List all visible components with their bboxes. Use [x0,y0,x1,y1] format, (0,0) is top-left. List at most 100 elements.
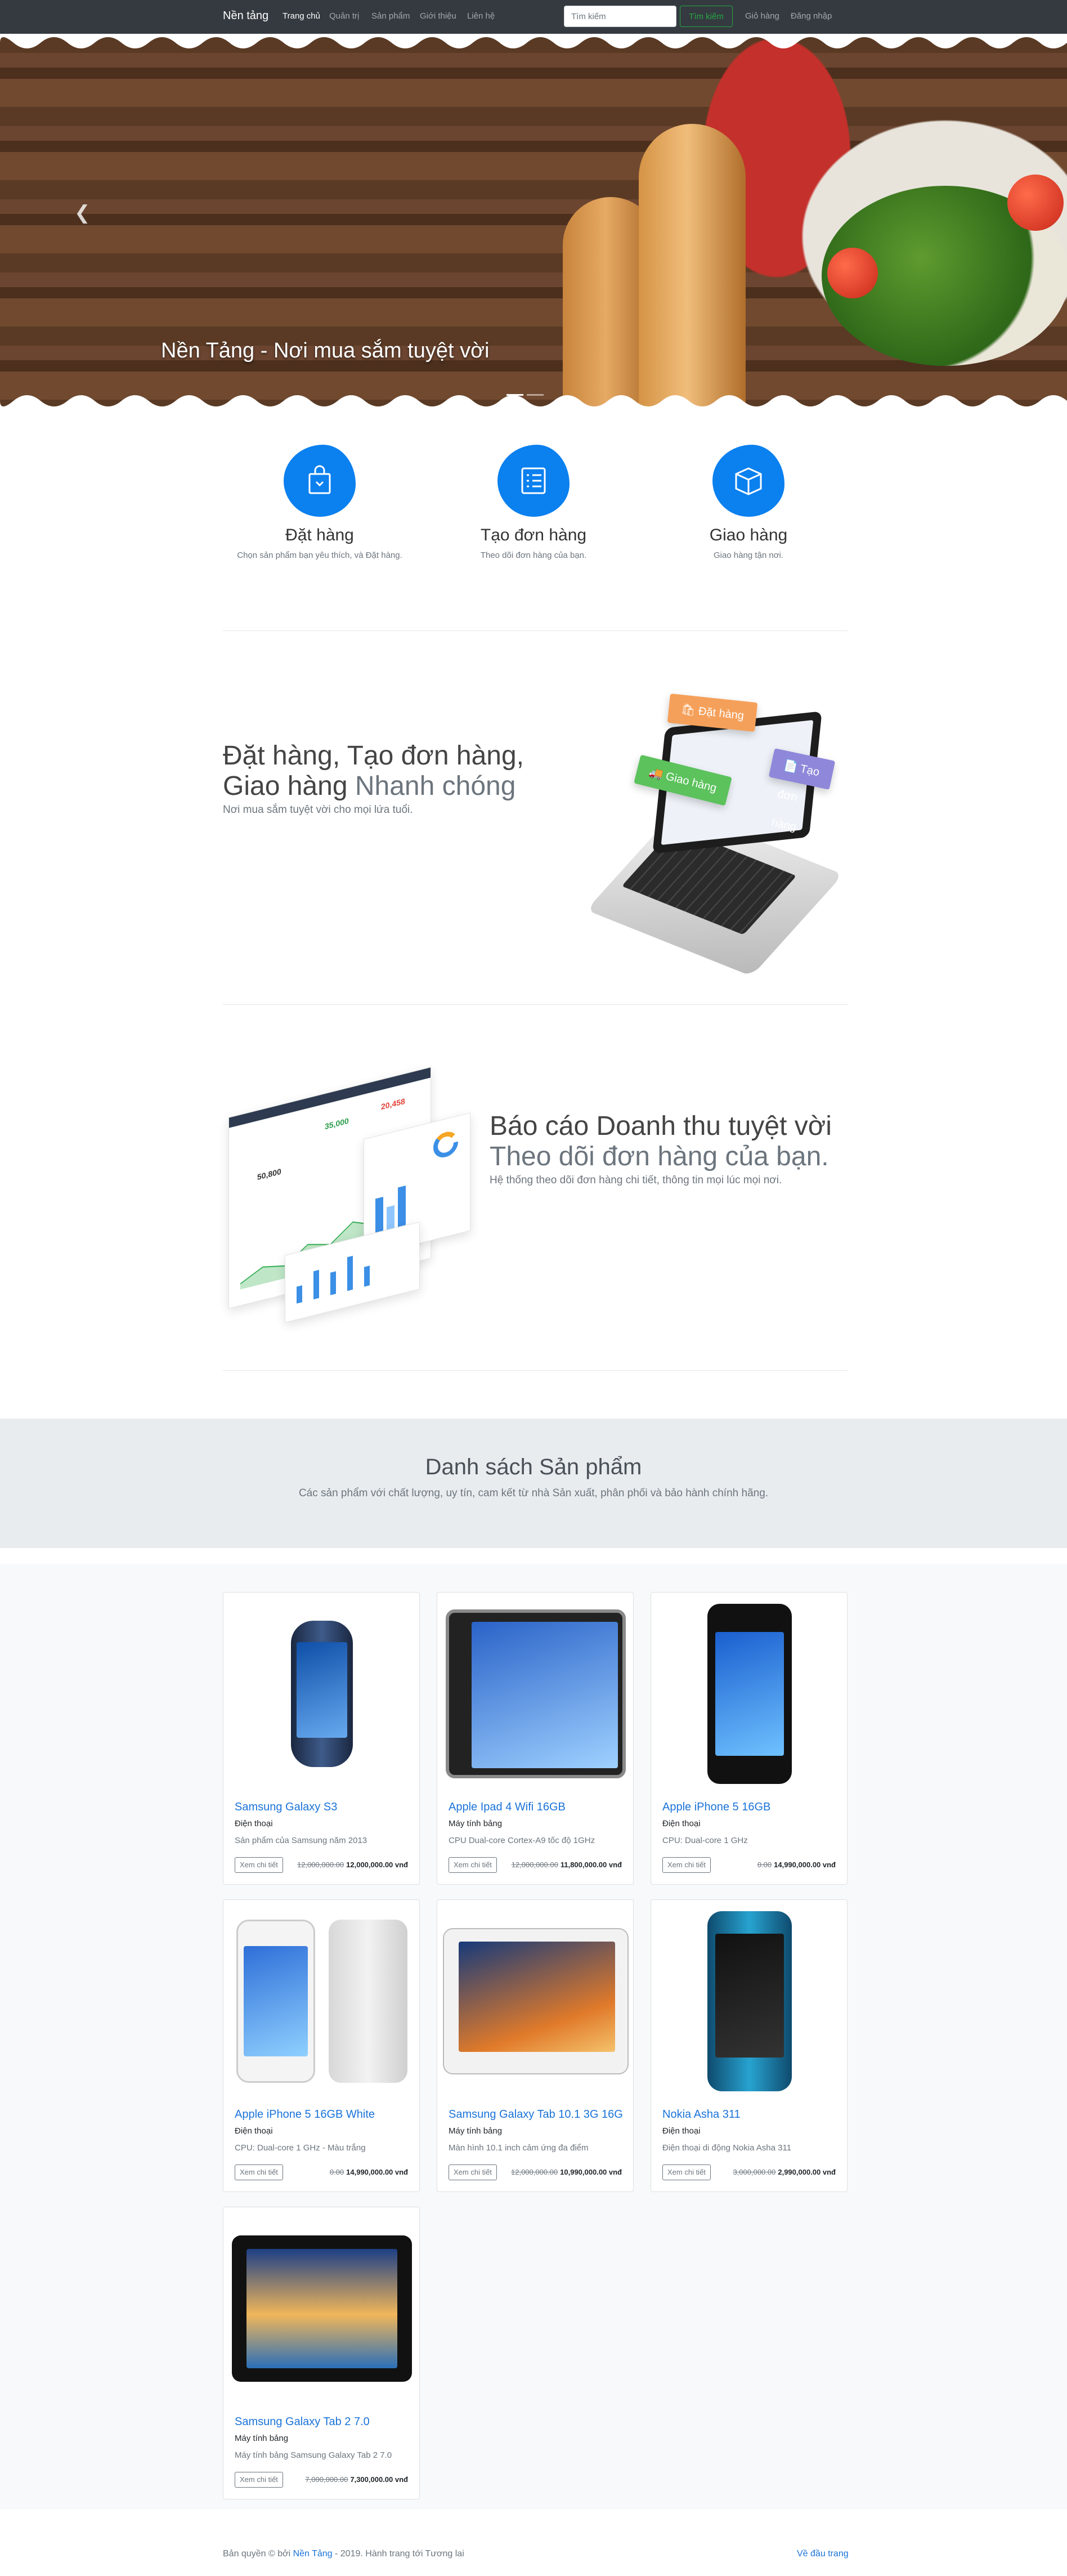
product-name-link[interactable]: Samsung Galaxy Tab 2 7.0 [235,2416,370,2429]
view-detail-button[interactable]: Xem chi tiết [449,2164,497,2180]
view-detail-button[interactable]: Xem chi tiết [235,1857,283,1873]
feature-delivery: Giao hàng Giao hàng tận nơi. [664,445,833,560]
footer-brand-link[interactable]: Nền Tảng [293,2549,333,2559]
product-price: 0.00 14,990,000.00 vnđ [757,1861,836,1869]
section1-title-line1: Đặt hàng, Tạo đơn hàng, [223,741,524,771]
product-category: Máy tính bảng [449,2126,503,2136]
section2-subtitle: Hệ thống theo dõi đơn hàng chi tiết, thô… [490,1174,782,1186]
section1-title: Đặt hàng, Tạo đơn hàng, Giao hàng Nhanh … [223,741,524,802]
products-header: Danh sách Sản phẩm Các sản phẩm với chất… [0,1419,1067,1548]
laptop-illustration: 🛍 Đặt hàng 🚚 Giao hàng 📄 Tạo đơn hàng [586,693,844,977]
feature-text: Theo dõi đơn hàng của bạn. [480,551,587,560]
back-to-top-link[interactable]: Về đầu trang [797,2549,849,2559]
product-description: Máy tính bảng Samsung Galaxy Tab 2 7.0 [235,2450,392,2460]
nav-link-contact[interactable]: Liên hệ [467,11,495,21]
product-image[interactable] [443,1598,629,1790]
section1-title-line2: Giao hàng [223,771,355,801]
navbar: Nền tảng Trang chủ Quản trị Sản phẩm Giớ… [0,0,1067,34]
hero-carousel: ❮ Nền Tảng - Nơi mua sắm tuyệt vời [0,34,1067,411]
product-description: CPU Dual-core Cortex-A9 tốc độ 1GHz [449,1836,595,1845]
product-image[interactable] [657,1598,842,1790]
products-subtitle: Các sản phẩm với chất lượng, uy tín, cam… [298,1487,769,1499]
view-detail-button[interactable]: Xem chi tiết [662,2164,711,2180]
feature-text: Giao hàng tận nơi. [713,551,784,560]
product-card: Apple iPhone 5 16GB White Điện thoại CPU… [223,1899,420,2192]
nav-link-about[interactable]: Giới thiệu [420,11,456,21]
nav-link-login[interactable]: Đăng nhập [791,11,832,21]
checklist-icon [521,467,546,494]
product-name-link[interactable]: Samsung Galaxy S3 [235,1801,337,1814]
product-category: Điện thoại [235,2126,273,2136]
carousel-prev-icon[interactable]: ❮ [74,202,91,224]
current-price: 10,990,000.00 vnđ [560,2168,622,2176]
hero-caption: Nền Tảng - Nơi mua sắm tuyệt vời [161,339,490,363]
current-price: 11,800,000.00 vnđ [560,1861,622,1869]
product-name-link[interactable]: Nokia Asha 311 [662,2108,741,2121]
products-title: Danh sách Sản phẩm [425,1455,642,1479]
current-price: 7,300,000.00 vnđ [350,2475,408,2484]
dash-number: 35,000 [325,1116,349,1132]
product-image[interactable] [229,1598,415,1790]
search-input[interactable] [564,6,676,27]
product-category: Điện thoại [235,1819,273,1828]
current-price: 2,990,000.00 vnđ [778,2168,836,2176]
tomato-image [1007,175,1064,231]
divider [223,1004,848,1005]
search-button[interactable]: Tìm kiếm [680,6,733,27]
old-price: 7,000,000.00 [305,2475,348,2484]
product-name-link[interactable]: Apple iPhone 5 16GB [662,1801,770,1814]
nav-link-products[interactable]: Sản phẩm [371,11,410,21]
old-price: 12,000,000.00 [297,1861,344,1869]
current-price: 14,990,000.00 vnđ [346,2168,408,2176]
feature-create-order: Tạo đơn hàng Theo dõi đơn hàng của bạn. [449,445,618,560]
wave-bottom-decoration [0,395,1067,411]
feature-icon-bg [712,445,784,517]
nav-link-admin[interactable]: Quản trị [329,11,359,21]
wave-top-decoration [0,34,1067,48]
product-image[interactable] [657,1906,842,2097]
dashboard-illustration: 35,000 20,458 50,800 [223,1053,482,1323]
product-image[interactable] [443,1906,629,2097]
product-name-link[interactable]: Samsung Galaxy Tab 10.1 3G 16G [449,2108,623,2121]
donut-chart-graphic [433,1132,458,1157]
view-detail-button[interactable]: Xem chi tiết [235,2164,283,2180]
product-description: Sản phẩm của Samsung năm 2013 [235,1836,367,1845]
product-price: 12,000,000.00 12,000,000.00 vnđ [297,1861,408,1869]
feature-title: Giao hàng [709,526,788,544]
tomato-image [827,248,878,298]
product-category: Máy tính bảng [235,2434,289,2443]
nav-link-cart[interactable]: Giỏ hàng [745,11,779,21]
product-description: Màn hình 10.1 inch cảm ứng đa điểm [449,2143,589,2153]
view-detail-button[interactable]: Xem chi tiết [449,1857,497,1873]
product-image[interactable] [229,1906,415,2097]
product-name-link[interactable]: Apple Ipad 4 Wifi 16GB [449,1801,566,1814]
section2-title-line1: Báo cáo Doanh thu tuyệt vời [490,1111,832,1141]
product-price: 12,000,000.00 10,990,000.00 vnđ [511,2168,622,2176]
view-detail-button[interactable]: Xem chi tiết [662,1857,711,1873]
section1-subtitle: Nơi mua sắm tuyệt vời cho mọi lứa tuổi. [223,804,413,816]
product-description: CPU: Dual-core 1 GHz [662,1836,748,1845]
old-price: 12,000,000.00 [511,2168,558,2176]
feature-title: Đặt hàng [285,526,354,544]
old-price: 0.00 [329,2168,344,2176]
feature-text: Chọn sản phẩm bạn yêu thích, và Đặt hàng… [237,551,402,560]
product-price: 3,000,000.00 2,990,000.00 vnđ [733,2168,836,2176]
view-detail-button[interactable]: Xem chi tiết [235,2472,283,2488]
nav-link-home[interactable]: Trang chủ [283,11,320,21]
product-card: Samsung Galaxy Tab 10.1 3G 16G Máy tính … [437,1899,634,2192]
old-price: 3,000,000.00 [733,2168,776,2176]
product-image[interactable] [229,2213,415,2404]
current-price: 14,990,000.00 vnđ [774,1861,836,1869]
wooden-spoon-image [639,124,746,411]
dash-number: 50,800 [257,1166,281,1182]
section2-title-line2: Theo dõi đơn hàng của bạn. [490,1142,829,1171]
box-icon [735,467,762,495]
feature-order: Đặt hàng Chọn sản phẩm bạn yêu thích, và… [235,445,404,560]
feature-icon-bg [497,445,570,517]
section2-title: Báo cáo Doanh thu tuyệt vời Theo dõi đơn… [490,1111,832,1172]
product-name-link[interactable]: Apple iPhone 5 16GB White [235,2108,375,2121]
feature-title: Tạo đơn hàng [480,526,587,544]
product-price: 7,000,000.00 7,300,000.00 vnđ [305,2475,408,2484]
navbar-brand[interactable]: Nền tảng [223,10,268,23]
product-description: Điện thoại di động Nokia Asha 311 [662,2143,792,2153]
